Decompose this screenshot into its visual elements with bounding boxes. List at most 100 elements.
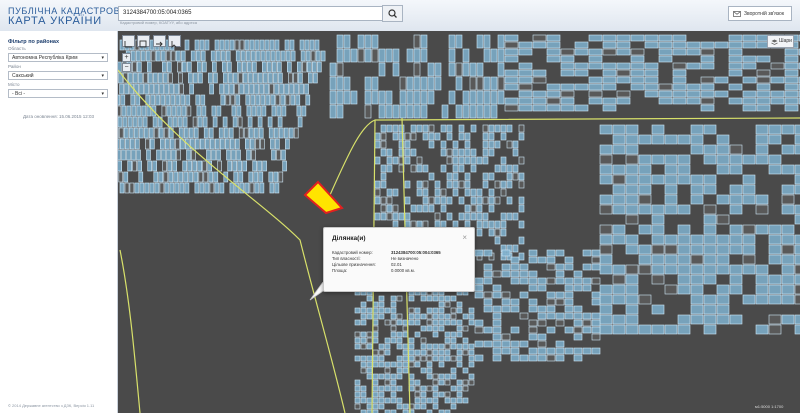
land-parcel[interactable] (630, 76, 645, 84)
land-parcel[interactable] (128, 72, 133, 84)
land-parcel[interactable] (265, 50, 271, 62)
land-parcel[interactable] (420, 367, 427, 374)
land-parcel[interactable] (260, 50, 266, 62)
land-parcel[interactable] (438, 319, 445, 326)
land-parcel[interactable] (537, 319, 547, 327)
land-parcel[interactable] (564, 347, 574, 355)
land-parcel[interactable] (474, 340, 484, 348)
land-parcel[interactable] (404, 196, 411, 205)
land-parcel[interactable] (573, 270, 583, 278)
land-parcel[interactable] (500, 124, 507, 133)
land-parcel[interactable] (440, 124, 447, 133)
land-parcel[interactable] (215, 138, 220, 150)
land-parcel[interactable] (420, 343, 427, 350)
land-parcel[interactable] (299, 39, 305, 51)
land-parcel[interactable] (357, 34, 365, 49)
land-parcel[interactable] (296, 61, 302, 73)
land-parcel[interactable] (768, 164, 782, 175)
land-parcel[interactable] (434, 62, 442, 77)
land-parcel[interactable] (700, 104, 715, 112)
land-parcel[interactable] (329, 62, 337, 77)
land-parcel[interactable] (644, 76, 659, 84)
land-parcel[interactable] (170, 50, 176, 62)
land-parcel[interactable] (677, 314, 691, 325)
land-parcel[interactable] (203, 171, 209, 183)
land-parcel[interactable] (440, 204, 447, 213)
land-parcel[interactable] (784, 97, 799, 105)
land-parcel[interactable] (432, 403, 439, 410)
land-parcel[interactable] (360, 301, 367, 308)
land-parcel[interactable] (212, 116, 218, 128)
land-parcel[interactable] (582, 263, 592, 271)
land-parcel[interactable] (209, 83, 214, 95)
land-parcel[interactable] (298, 72, 303, 84)
land-parcel[interactable] (212, 61, 217, 73)
land-parcel[interactable] (591, 298, 601, 306)
land-parcel[interactable] (448, 34, 456, 49)
land-parcel[interactable] (468, 343, 475, 350)
land-parcel[interactable] (137, 61, 142, 73)
land-parcel[interactable] (476, 76, 484, 91)
land-parcel[interactable] (616, 76, 631, 84)
land-parcel[interactable] (756, 97, 771, 105)
land-parcel[interactable] (555, 354, 565, 362)
land-parcel[interactable] (504, 48, 519, 56)
land-parcel[interactable] (588, 48, 603, 56)
land-parcel[interactable] (446, 124, 453, 133)
land-parcel[interactable] (384, 367, 391, 374)
land-parcel[interactable] (122, 116, 128, 128)
land-parcel[interactable] (462, 104, 470, 119)
land-parcel[interactable] (455, 62, 463, 77)
land-parcel[interactable] (564, 277, 574, 285)
land-parcel[interactable] (638, 154, 652, 165)
land-parcel[interactable] (172, 160, 177, 172)
land-parcel[interactable] (158, 171, 164, 183)
land-parcel[interactable] (602, 48, 617, 56)
land-parcel[interactable] (492, 284, 502, 292)
land-parcel[interactable] (546, 312, 556, 320)
land-parcel[interactable] (546, 83, 561, 91)
land-parcel[interactable] (185, 94, 191, 106)
land-parcel[interactable] (456, 355, 463, 362)
land-parcel[interactable] (278, 72, 283, 84)
land-parcel[interactable] (612, 324, 626, 335)
land-parcel[interactable] (768, 324, 782, 335)
land-parcel[interactable] (582, 284, 592, 292)
land-parcel[interactable] (519, 270, 529, 278)
land-parcel[interactable] (374, 196, 381, 205)
land-parcel[interactable] (420, 355, 427, 362)
land-parcel[interactable] (573, 312, 583, 320)
land-parcel[interactable] (408, 319, 415, 326)
land-parcel[interactable] (768, 254, 782, 265)
land-parcel[interactable] (504, 55, 519, 63)
land-parcel[interactable] (420, 391, 427, 398)
land-parcel[interactable] (462, 313, 469, 320)
land-parcel[interactable] (153, 127, 159, 139)
land-parcel[interactable] (444, 355, 451, 362)
land-parcel[interactable] (537, 277, 547, 285)
land-parcel[interactable] (184, 39, 190, 51)
land-parcel[interactable] (420, 397, 427, 404)
land-parcel[interactable] (155, 94, 161, 106)
land-parcel[interactable] (532, 76, 547, 84)
land-parcel[interactable] (329, 104, 337, 119)
land-parcel[interactable] (329, 76, 337, 91)
land-parcel[interactable] (677, 234, 691, 245)
land-parcel[interactable] (450, 403, 457, 410)
land-parcel[interactable] (448, 48, 456, 63)
land-parcel[interactable] (119, 182, 125, 194)
land-parcel[interactable] (612, 144, 626, 155)
land-parcel[interactable] (555, 347, 565, 355)
land-parcel[interactable] (408, 355, 415, 362)
land-parcel[interactable] (210, 50, 216, 62)
land-parcel[interactable] (500, 188, 507, 197)
land-parcel[interactable] (273, 127, 279, 139)
land-parcel[interactable] (729, 154, 743, 165)
land-parcel[interactable] (742, 76, 757, 84)
land-parcel[interactable] (564, 256, 574, 264)
land-parcel[interactable] (239, 39, 245, 51)
land-parcel[interactable] (519, 277, 529, 285)
land-parcel[interactable] (343, 90, 351, 105)
land-parcel[interactable] (518, 252, 525, 261)
land-parcel[interactable] (182, 61, 187, 73)
